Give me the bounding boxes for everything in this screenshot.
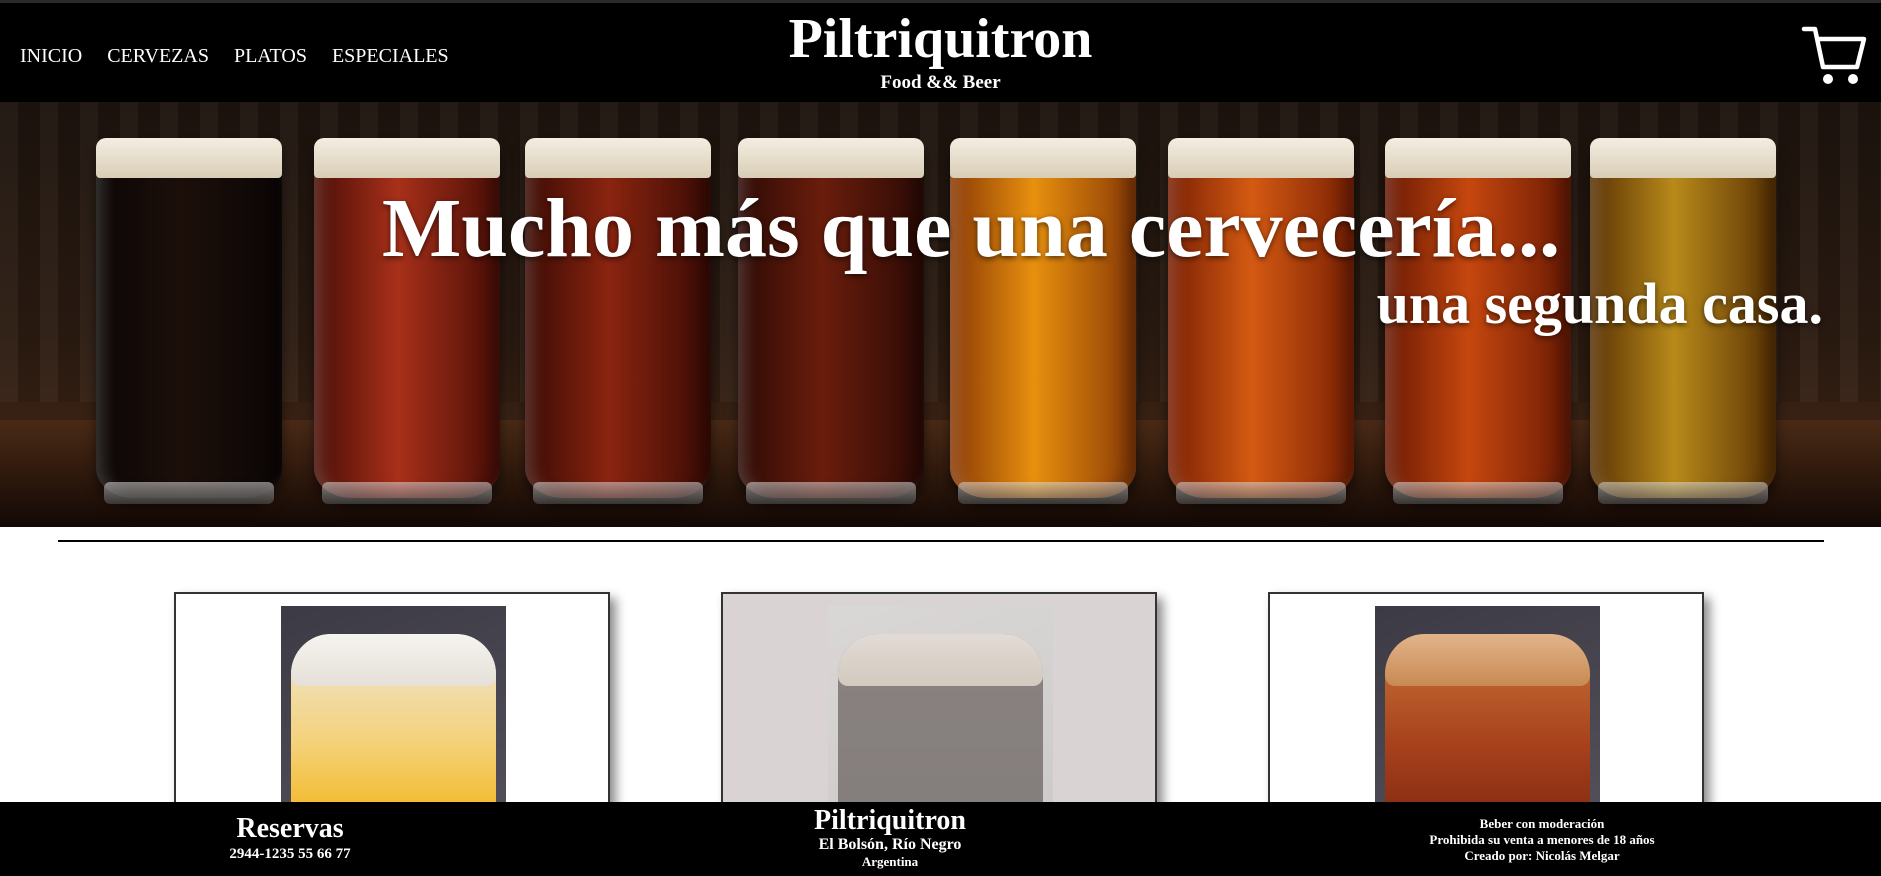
brand-subtitle: Food && Beer <box>880 72 1001 93</box>
footer-country: Argentina <box>861 854 919 869</box>
footer-notices: Beber con moderación Prohibida su venta … <box>1400 816 1684 864</box>
nav-link-especiales[interactable]: ESPECIALES <box>332 45 449 68</box>
hero-banner: Mucho más que una cervecería... una segu… <box>0 102 1881 527</box>
nav-link-inicio[interactable]: INICIO <box>20 45 82 68</box>
hero-subline: una segunda casa. <box>1376 271 1823 336</box>
notice-age: Prohibida su venta a menores de 18 años <box>1429 832 1655 847</box>
footer-reservas: Reservas 2944-1235 55 66 77 <box>190 814 390 863</box>
footer-location: El Bolsón, Río Negro <box>818 836 962 853</box>
beer-card-red[interactable] <box>1268 592 1704 832</box>
footer-brand: Piltriquitron El Bolsón, Río Negro Argen… <box>790 806 990 870</box>
footer-brand-title: Piltriquitron <box>814 805 966 836</box>
beer-card-lager[interactable] <box>174 592 610 832</box>
beer-glass <box>96 138 282 504</box>
shopping-cart-icon[interactable] <box>1801 23 1867 89</box>
nav-link-cervezas[interactable]: CERVEZAS <box>107 45 209 68</box>
hero-headline: Mucho más que una cervecería... <box>382 182 1561 275</box>
main-nav: INICIO CERVEZAS PLATOS ESPECIALES <box>20 45 474 68</box>
site-footer: Reservas 2944-1235 55 66 77 Piltriquitro… <box>0 802 1881 876</box>
beer-card-stout[interactable] <box>721 592 1157 832</box>
credit-text: Creado por: Nicolás Melgar <box>1464 848 1620 863</box>
reservas-title: Reservas <box>236 813 344 844</box>
beer-photo-stout <box>828 606 1053 830</box>
beer-photo-red <box>1375 606 1600 830</box>
notice-moderation: Beber con moderación <box>1479 816 1605 831</box>
beer-photo-lager <box>281 606 506 830</box>
site-header: INICIO CERVEZAS PLATOS ESPECIALES Piltri… <box>0 0 1881 102</box>
nav-link-platos[interactable]: PLATOS <box>234 45 307 68</box>
section-divider <box>58 540 1824 542</box>
reservas-phone: 2944-1235 55 66 77 <box>229 846 351 862</box>
